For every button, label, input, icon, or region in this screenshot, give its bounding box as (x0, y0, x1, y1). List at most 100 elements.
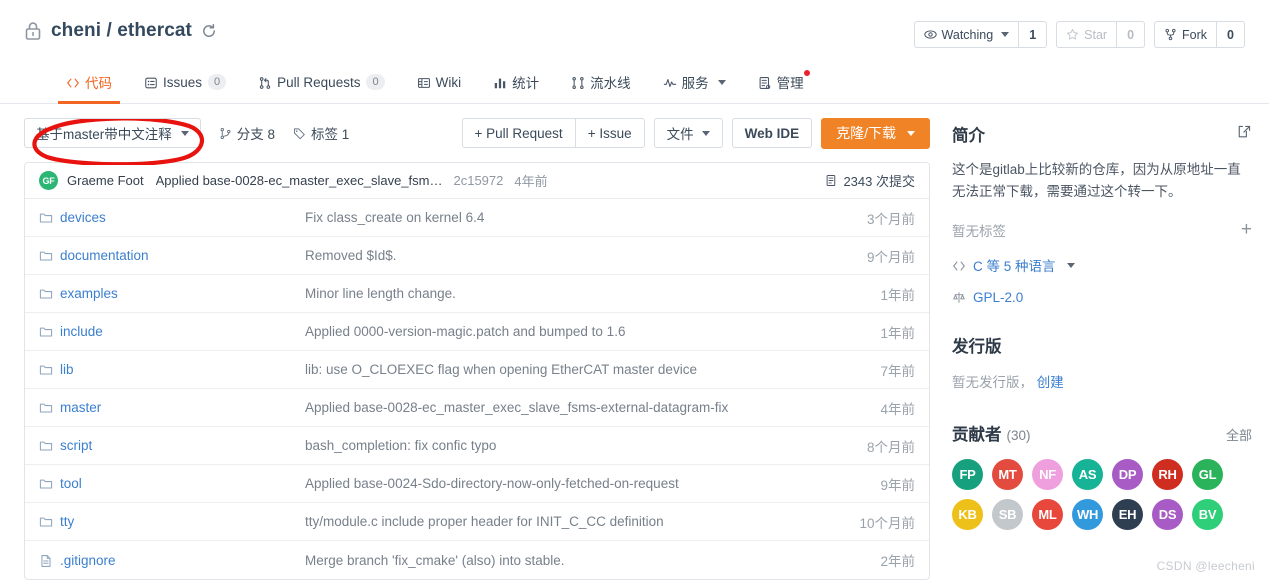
contributor-avatar[interactable]: MT (992, 459, 1023, 490)
file-commit-message[interactable]: lib: use O_CLOEXEC flag when opening Eth… (305, 362, 839, 377)
table-row[interactable]: devices Fix class_create on kernel 6.4 3… (25, 199, 929, 237)
wiki-icon (417, 76, 430, 89)
contributor-avatar[interactable]: BV (1192, 499, 1223, 530)
languages-row[interactable]: C 等 5 种语言 (952, 255, 1252, 275)
table-row[interactable]: lib lib: use O_CLOEXEC flag when opening… (25, 351, 929, 389)
file-commit-message[interactable]: bash_completion: fix confic typo (305, 438, 839, 453)
contributor-avatar[interactable]: NF (1032, 459, 1063, 490)
branches-label: 分支 8 (236, 127, 276, 142)
watch-button-group[interactable]: Watching 1 (913, 21, 1048, 48)
table-row[interactable]: .gitignore Merge branch 'fix_cmake' (als… (25, 541, 929, 579)
file-link[interactable]: master (60, 400, 101, 415)
file-link[interactable]: examples (60, 286, 118, 301)
contributors-title: 贡献者 (952, 426, 1002, 444)
tab-pull-requests[interactable]: Pull Requests 0 (242, 61, 400, 103)
watch-count[interactable]: 1 (1018, 21, 1048, 48)
tab-statistics[interactable]: 统计 (477, 61, 555, 103)
new-issue-button[interactable]: + Issue (574, 118, 645, 148)
edit-icon[interactable] (1237, 124, 1252, 144)
table-row[interactable]: tty tty/module.c include proper header f… (25, 503, 929, 541)
table-row[interactable]: documentation Removed $Id$. 9个月前 (25, 237, 929, 275)
file-commit-message[interactable]: Applied base-0028-ec_master_exec_slave_f… (305, 400, 839, 415)
tab-wiki[interactable]: Wiki (401, 61, 478, 103)
fork-icon (1164, 28, 1177, 41)
commit-message[interactable]: Applied base-0028-ec_master_exec_slave_f… (156, 173, 443, 188)
file-link[interactable]: tty (60, 514, 74, 529)
contributor-avatar[interactable]: DP (1112, 459, 1143, 490)
file-commit-message[interactable]: Applied base-0024-Sdo-directory-now-only… (305, 476, 839, 491)
file-name-cell: script (39, 438, 305, 453)
new-pull-request-button[interactable]: + Pull Request (461, 118, 575, 148)
folder-icon (39, 477, 53, 490)
clone-download-button[interactable]: 克隆/下载 (821, 117, 930, 149)
contributor-avatar[interactable]: DS (1152, 499, 1183, 530)
tab-pipeline[interactable]: 流水线 (555, 61, 647, 103)
topics-row: 暂无标签 + (952, 220, 1252, 240)
branches-link[interactable]: 分支 8 (219, 123, 275, 143)
no-releases-label: 暂无发行版， (952, 375, 1033, 390)
file-link[interactable]: documentation (60, 248, 149, 263)
fork-button[interactable]: Fork (1154, 21, 1217, 48)
repo-toolbar: 基于master带中文注释 分支 8 标签 1 + Pull Request +… (24, 104, 930, 162)
star-button-group[interactable]: Star 0 (1056, 21, 1146, 48)
table-row[interactable]: script bash_completion: fix confic typo … (25, 427, 929, 465)
table-row[interactable]: tool Applied base-0024-Sdo-directory-now… (25, 465, 929, 503)
file-link[interactable]: devices (60, 210, 106, 225)
fork-count[interactable]: 0 (1216, 21, 1245, 48)
repo-header: cheni / ethercat Watching 1 Star 0 Fork … (0, 0, 1269, 61)
star-count[interactable]: 0 (1116, 21, 1146, 48)
contributor-avatar[interactable]: SB (992, 499, 1023, 530)
commit-author[interactable]: Graeme Foot (67, 173, 144, 188)
watch-button[interactable]: Watching (913, 21, 1019, 48)
license-row[interactable]: GPL-2.0 (952, 290, 1252, 305)
file-link[interactable]: include (60, 324, 103, 339)
files-dropdown-label: 文件 (666, 127, 694, 142)
tab-code[interactable]: 代码 (50, 61, 128, 104)
file-link[interactable]: lib (60, 362, 74, 377)
file-link[interactable]: .gitignore (60, 553, 116, 568)
contributor-avatar[interactable]: GL (1192, 459, 1223, 490)
releases-section: 发行版 暂无发行版， 创建 (952, 333, 1252, 391)
contributor-avatar[interactable]: FP (952, 459, 983, 490)
tab-manage-label: 管理 (776, 76, 804, 91)
branch-selector[interactable]: 基于master带中文注释 (24, 118, 201, 148)
table-row[interactable]: master Applied base-0028-ec_master_exec_… (25, 389, 929, 427)
tab-manage[interactable]: 管理 (742, 61, 820, 103)
commit-count-link[interactable]: 2343 次提交 (825, 171, 915, 190)
commit-hash[interactable]: 2c15972 (453, 173, 503, 188)
files-dropdown-button[interactable]: 文件 (653, 118, 723, 148)
file-link[interactable]: tool (60, 476, 82, 491)
table-row[interactable]: include Applied 0000-version-magic.patch… (25, 313, 929, 351)
contributor-avatar[interactable]: ML (1032, 499, 1063, 530)
contributor-avatar[interactable]: EH (1112, 499, 1143, 530)
repository-page: cheni / ethercat Watching 1 Star 0 Fork … (0, 0, 1269, 581)
file-age: 8个月前 (866, 439, 915, 455)
file-commit-message[interactable]: Minor line length change. (305, 286, 839, 301)
contributor-avatar[interactable]: RH (1152, 459, 1183, 490)
sync-icon[interactable] (200, 22, 218, 40)
file-commit-message[interactable]: tty/module.c include proper header for I… (305, 514, 839, 529)
file-browser-panel: GF Graeme Foot Applied base-0028-ec_mast… (24, 162, 930, 580)
tab-issues[interactable]: Issues 0 (128, 61, 242, 103)
file-link[interactable]: script (60, 438, 92, 453)
service-icon (663, 76, 676, 89)
plus-icon[interactable]: + (1241, 220, 1252, 239)
file-commit-message[interactable]: Merge branch 'fix_cmake' (also) into sta… (305, 553, 839, 568)
tags-link[interactable]: 标签 1 (293, 123, 349, 143)
tab-services[interactable]: 服务 (647, 61, 742, 103)
fork-button-group[interactable]: Fork 0 (1154, 21, 1245, 48)
chevron-down-icon (180, 130, 189, 136)
folder-icon (39, 401, 53, 414)
table-row[interactable]: examples Minor line length change. 1年前 (25, 275, 929, 313)
contributor-avatar[interactable]: WH (1072, 499, 1103, 530)
web-ide-button[interactable]: Web IDE (731, 118, 813, 148)
file-commit-message[interactable]: Applied 0000-version-magic.patch and bum… (305, 324, 839, 339)
contributor-avatar[interactable]: AS (1072, 459, 1103, 490)
star-button[interactable]: Star (1056, 21, 1117, 48)
code-icon (952, 259, 965, 272)
create-release-link[interactable]: 创建 (1037, 375, 1064, 390)
file-commit-message[interactable]: Removed $Id$. (305, 248, 839, 263)
file-commit-message[interactable]: Fix class_create on kernel 6.4 (305, 210, 839, 225)
contributors-all-link[interactable]: 全部 (1226, 425, 1252, 444)
contributor-avatar[interactable]: KB (952, 499, 983, 530)
